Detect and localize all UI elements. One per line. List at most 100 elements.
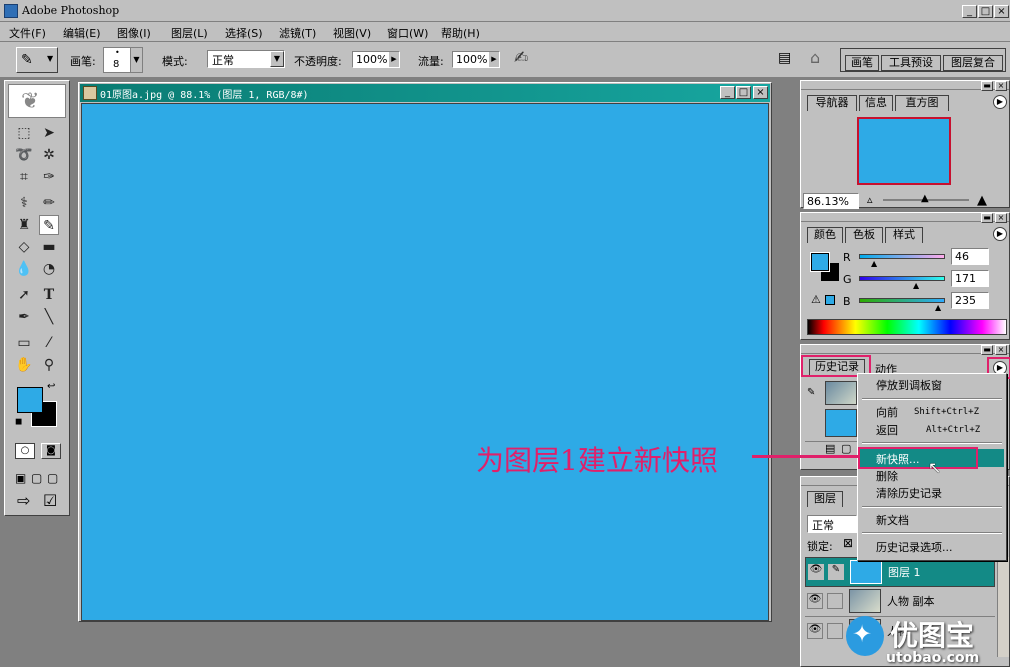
menu-item-dock[interactable]: 停放到调板窗 (876, 379, 942, 393)
menu-edit[interactable]: 编辑(E) (63, 25, 101, 41)
chevron-down-icon[interactable]: ▼ (270, 51, 284, 67)
zoom-tool-icon[interactable]: ⚲ (39, 355, 59, 375)
document-maximize-button[interactable]: □ (736, 86, 751, 99)
history-brush-source-icon[interactable]: ✎ (807, 387, 815, 398)
link-box[interactable] (827, 593, 843, 609)
zoom-slider-thumb-icon[interactable]: ▲ (921, 193, 929, 204)
tool-preset-picker[interactable]: ✎ ▼ (16, 47, 58, 73)
tab-navigator[interactable]: 导航器 (807, 95, 857, 111)
feather-logo[interactable]: ❦ (8, 84, 66, 118)
dodge-tool-icon[interactable]: ◔ (39, 259, 59, 279)
menu-select[interactable]: 选择(S) (225, 25, 263, 41)
eye-icon[interactable]: 👁 (808, 564, 824, 580)
brush-link-icon[interactable]: ✎ (828, 564, 844, 580)
history-brush-tool-icon[interactable]: ✎ (39, 215, 59, 235)
web-color-swatch[interactable] (825, 295, 835, 305)
tab-color[interactable]: 颜色 (807, 227, 843, 243)
blend-mode-select[interactable]: 正常 (807, 515, 857, 533)
panel-menu-button[interactable]: ▶ (993, 227, 1007, 241)
opacity-input[interactable]: 100% ▶ (352, 51, 400, 68)
tab-brushes[interactable]: 画笔 (845, 55, 879, 71)
clone-stamp-tool-icon[interactable]: ♜ (14, 215, 34, 235)
menu-item-clear-history[interactable]: 清除历史记录 (876, 487, 942, 501)
menu-image[interactable]: 图像(I) (117, 25, 151, 41)
tab-histogram[interactable]: 直方图 (895, 95, 949, 111)
b-input[interactable]: 235 (951, 292, 989, 309)
flow-input[interactable]: 100% ▶ (452, 51, 500, 68)
zoom-out-icon[interactable]: ▵ (867, 193, 873, 206)
tab-layers[interactable]: 图层 (807, 491, 843, 507)
menu-item-new-document[interactable]: 新文档 (876, 514, 909, 528)
panel-minimize-button[interactable]: ▬ (981, 345, 993, 355)
jump-to-imageready-icon[interactable]: ⇨ (17, 491, 30, 510)
line-tool-icon[interactable]: ╲ (39, 307, 59, 327)
tab-styles[interactable]: 样式 (885, 227, 923, 243)
history-state-row[interactable] (805, 409, 861, 439)
pen-tool-icon[interactable]: ✒ (14, 307, 34, 327)
tab-info[interactable]: 信息 (859, 95, 893, 111)
menu-item-delete[interactable]: 删除 (876, 470, 898, 484)
menu-window[interactable]: 窗口(W) (387, 25, 428, 41)
menu-item-history-options[interactable]: 历史记录选项... (876, 541, 953, 555)
color-spectrum-bar[interactable] (807, 319, 1007, 335)
quick-mask-button[interactable]: ◙ (41, 443, 61, 459)
b-slider[interactable] (859, 298, 945, 303)
lock-transparency-icon[interactable]: ⊠ (843, 536, 853, 550)
brush-picker[interactable]: • 8 ▼ (103, 47, 143, 73)
r-slider-thumb-icon[interactable]: ▲ (871, 259, 877, 268)
gradient-tool-icon[interactable]: ▬ (39, 237, 59, 257)
eraser-tool-icon[interactable]: ◇ (14, 237, 34, 257)
new-snapshot-icon[interactable]: ▢ (841, 442, 851, 455)
canvas[interactable] (81, 103, 769, 621)
hand-tool-icon[interactable]: ✋ (14, 355, 34, 375)
magic-wand-tool-icon[interactable]: ✲ (39, 145, 59, 165)
document-icon[interactable]: ▤ (778, 50, 791, 66)
notes-tool-icon[interactable]: ▭ (14, 333, 34, 353)
arrow-right-icon[interactable]: ▶ (489, 52, 499, 67)
eye-icon[interactable]: 👁 (807, 623, 823, 639)
menu-view[interactable]: 视图(V) (333, 25, 371, 41)
menu-layer[interactable]: 图层(L) (171, 25, 208, 41)
blur-tool-icon[interactable]: 💧 (14, 259, 34, 279)
eyedropper-tool-icon[interactable]: ⁄ (39, 333, 59, 353)
warning-icon[interactable]: ⚠ (811, 293, 821, 306)
swap-colors-icon[interactable]: ↩ (47, 381, 55, 392)
panel-minimize-button[interactable]: ▬ (981, 81, 993, 91)
panel-close-button[interactable]: × (995, 213, 1007, 223)
panel-minimize-button[interactable]: ▬ (981, 213, 993, 223)
link-box[interactable] (827, 623, 843, 639)
tab-swatches[interactable]: 色板 (845, 227, 883, 243)
brush-tool-icon[interactable]: ✏ (39, 193, 59, 213)
zoom-field[interactable]: 86.13% (803, 193, 859, 209)
file-browser-icon[interactable]: ⌂ (810, 48, 820, 67)
panel-menu-button[interactable]: ▶ (993, 95, 1007, 109)
new-document-icon[interactable]: ▤ (825, 442, 835, 455)
checkmark-icon[interactable]: ☑ (43, 491, 57, 510)
b-slider-thumb-icon[interactable]: ▲ (935, 303, 941, 312)
airbrush-icon[interactable]: ✍ (514, 48, 528, 68)
history-snapshot-row[interactable]: ✎ (805, 381, 861, 407)
screen-mode-menu-icon[interactable]: ▢ (31, 471, 42, 485)
path-selection-tool-icon[interactable]: ➚ (14, 285, 34, 305)
eye-icon[interactable]: 👁 (807, 593, 823, 609)
screen-mode-full-icon[interactable]: ▢ (47, 471, 58, 485)
navigator-preview[interactable] (857, 117, 951, 185)
lasso-tool-icon[interactable]: ➰ (14, 145, 34, 165)
healing-brush-tool-icon[interactable]: ⚕ (14, 193, 34, 213)
document-minimize-button[interactable]: _ (720, 86, 735, 99)
panel-close-button[interactable]: × (995, 81, 1007, 91)
slice-tool-icon[interactable]: ✑ (39, 167, 59, 187)
g-slider[interactable] (859, 276, 945, 281)
default-colors-icon[interactable]: ◼ (15, 417, 22, 427)
arrow-right-icon[interactable]: ▶ (389, 52, 399, 67)
g-slider-thumb-icon[interactable]: ▲ (913, 281, 919, 290)
g-input[interactable]: 171 (951, 270, 989, 287)
layer-row[interactable]: 👁 ✎ 图层 1 (805, 557, 995, 587)
minimize-button[interactable]: _ (962, 5, 977, 18)
document-close-button[interactable]: × (753, 86, 768, 99)
chevron-down-icon[interactable]: ▼ (130, 48, 142, 72)
tab-tool-presets[interactable]: 工具预设 (881, 55, 941, 71)
menu-help[interactable]: 帮助(H) (441, 25, 480, 41)
maximize-button[interactable]: □ (978, 5, 993, 18)
type-tool-icon[interactable]: T (39, 285, 59, 305)
